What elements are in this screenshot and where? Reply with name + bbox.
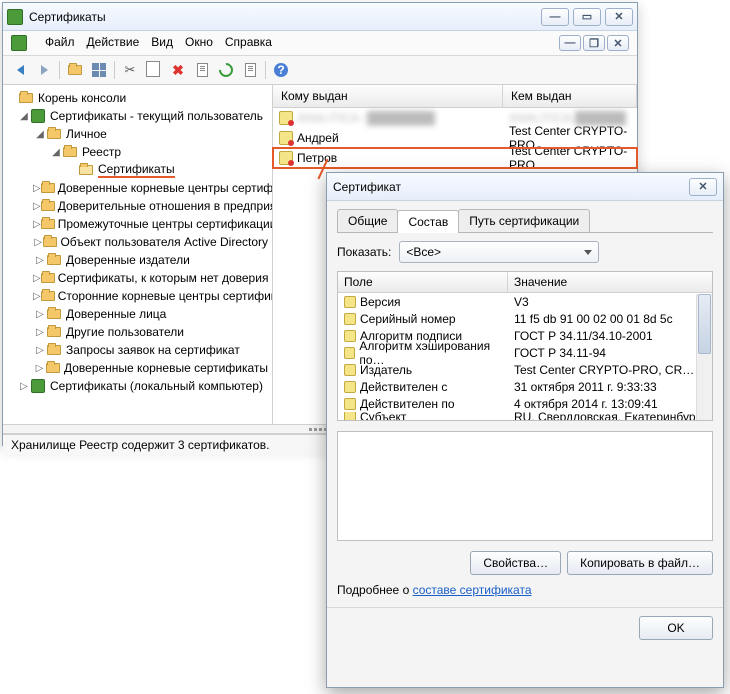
minimize-button[interactable]: — xyxy=(541,8,569,26)
list-header: Кому выдан Кем выдан xyxy=(273,85,637,108)
tree-ad-object[interactable]: ▷Объект пользователя Active Directory xyxy=(3,233,272,251)
property-icon xyxy=(344,296,356,308)
toolbar: ✂ ✖ ? xyxy=(3,56,637,85)
mmc-icon xyxy=(11,35,27,51)
col-issued-by[interactable]: Кем выдан xyxy=(503,85,637,107)
tree-registry[interactable]: ◢Реестр xyxy=(3,143,272,161)
tab-general[interactable]: Общие xyxy=(337,209,398,232)
window-title: Сертификаты xyxy=(29,10,541,24)
cut-button[interactable]: ✂ xyxy=(119,59,141,81)
property-row[interactable]: Действителен по4 октября 2014 г. 13:09:4… xyxy=(338,395,712,412)
link-row: Подробнее о составе сертификата xyxy=(337,583,713,597)
property-row[interactable]: Действителен с31 октября 2011 г. 9:33:33 xyxy=(338,378,712,395)
tree-pane[interactable]: Корень консоли ◢Сертификаты - текущий по… xyxy=(3,85,273,424)
delete-button[interactable]: ✖ xyxy=(167,59,189,81)
forward-button[interactable] xyxy=(33,59,55,81)
property-row[interactable]: Алгоритм хэширования по…ГОСТ Р 34.11-94 xyxy=(338,344,712,361)
tree-third-party-root[interactable]: ▷Сторонние корневые центры сертификации xyxy=(3,287,272,305)
tree-intermediate[interactable]: ▷Промежуточные центры сертификации xyxy=(3,215,272,233)
mdi-minimize-button[interactable]: — xyxy=(559,35,581,51)
tree-current-user[interactable]: ◢Сертификаты - текущий пользователь xyxy=(3,107,272,125)
property-icon xyxy=(344,398,356,410)
dialog-titlebar: Сертификат ✕ xyxy=(327,173,723,201)
tabs: Общие Состав Путь сертификации xyxy=(337,209,713,233)
menu-help[interactable]: Справка xyxy=(225,35,272,51)
scroll-thumb[interactable] xyxy=(698,294,711,354)
col-field[interactable]: Поле xyxy=(338,272,508,292)
col-issued-to[interactable]: Кому выдан xyxy=(273,85,503,107)
help-button[interactable]: ? xyxy=(270,59,292,81)
maximize-button[interactable]: ▭ xyxy=(573,8,601,26)
properties-button[interactable]: Свойства… xyxy=(470,551,561,575)
tree-cert-requests[interactable]: ▷Запросы заявок на сертификат xyxy=(3,341,272,359)
property-row[interactable]: ВерсияV3 xyxy=(338,293,712,310)
cert-icon xyxy=(279,151,293,165)
property-icon xyxy=(344,313,356,325)
up-button[interactable] xyxy=(64,59,86,81)
link-prefix: Подробнее о xyxy=(337,583,413,597)
property-icon xyxy=(344,381,356,393)
dialog-close-button[interactable]: ✕ xyxy=(689,178,717,196)
learn-more-link[interactable]: составе сертификата xyxy=(413,583,532,597)
tree-trusted-people[interactable]: ▷Доверенные лица xyxy=(3,305,272,323)
refresh-button[interactable] xyxy=(215,59,237,81)
tree-trusted-publishers[interactable]: ▷Доверенные издатели xyxy=(3,251,272,269)
property-row[interactable]: СубъектRU, Свердловская, Екатеринбург xyxy=(338,412,712,421)
cert-icon xyxy=(279,131,293,145)
property-icon xyxy=(344,412,356,421)
property-icon xyxy=(344,347,355,359)
tree-untrusted[interactable]: ▷Сертификаты, к которым нет доверия xyxy=(3,269,272,287)
field-list[interactable]: Поле Значение ВерсияV3Серийный номер11 f… xyxy=(337,271,713,421)
cert-row[interactable]: ПетровTest Center CRYPTO-PRO xyxy=(273,148,637,168)
menu-view[interactable]: Вид xyxy=(151,35,173,51)
property-row[interactable]: Серийный номер11 f5 db 91 00 02 00 01 8d… xyxy=(338,310,712,327)
export-button[interactable] xyxy=(239,59,261,81)
show-tree-button[interactable] xyxy=(88,59,110,81)
mdi-restore-button[interactable]: ❐ xyxy=(583,35,605,51)
back-button[interactable] xyxy=(9,59,31,81)
copy-to-file-button[interactable]: Копировать в файл… xyxy=(567,551,713,575)
app-icon xyxy=(7,9,23,25)
cert-icon xyxy=(279,111,293,125)
show-value: <Все> xyxy=(406,245,584,259)
tab-path[interactable]: Путь сертификации xyxy=(458,209,590,232)
menu-file[interactable]: Файл xyxy=(45,35,75,51)
tree-trusted-root[interactable]: ▷Доверенные корневые центры сертификации xyxy=(3,179,272,197)
detail-textbox[interactable] xyxy=(337,431,713,541)
tree-personal[interactable]: ◢Личное xyxy=(3,125,272,143)
menu-window[interactable]: Окно xyxy=(185,35,213,51)
tree-trusted-root-certs[interactable]: ▷Доверенные корневые сертификаты xyxy=(3,359,272,377)
show-label: Показать: xyxy=(337,245,391,259)
tab-details[interactable]: Состав xyxy=(397,210,459,233)
property-row[interactable]: ИздательTest Center CRYPTO-PRO, CR… xyxy=(338,361,712,378)
properties-button[interactable] xyxy=(191,59,213,81)
chevron-down-icon xyxy=(584,250,592,255)
close-button[interactable]: ✕ xyxy=(605,8,633,26)
scrollbar[interactable] xyxy=(696,294,712,420)
property-icon xyxy=(344,364,356,376)
certificate-dialog: Сертификат ✕ Общие Состав Путь сертифика… xyxy=(326,172,724,688)
titlebar: Сертификаты — ▭ ✕ xyxy=(3,3,637,31)
tree-local-computer[interactable]: ▷Сертификаты (локальный компьютер) xyxy=(3,377,272,395)
tree-root[interactable]: Корень консоли xyxy=(3,89,272,107)
show-combo[interactable]: <Все> xyxy=(399,241,599,263)
tree-other-people[interactable]: ▷Другие пользователи xyxy=(3,323,272,341)
tree-enterprise-trust[interactable]: ▷Доверительные отношения в предприятии xyxy=(3,197,272,215)
mdi-close-button[interactable]: ✕ xyxy=(607,35,629,51)
copy-button[interactable] xyxy=(143,59,165,81)
tree-certificates[interactable]: Сертификаты xyxy=(3,161,272,179)
ok-button[interactable]: OK xyxy=(639,616,713,640)
col-value[interactable]: Значение xyxy=(508,272,712,292)
dialog-title: Сертификат xyxy=(333,180,689,194)
menubar: Файл Действие Вид Окно Справка — ❐ ✕ xyxy=(3,31,637,56)
menu-action[interactable]: Действие xyxy=(87,35,140,51)
